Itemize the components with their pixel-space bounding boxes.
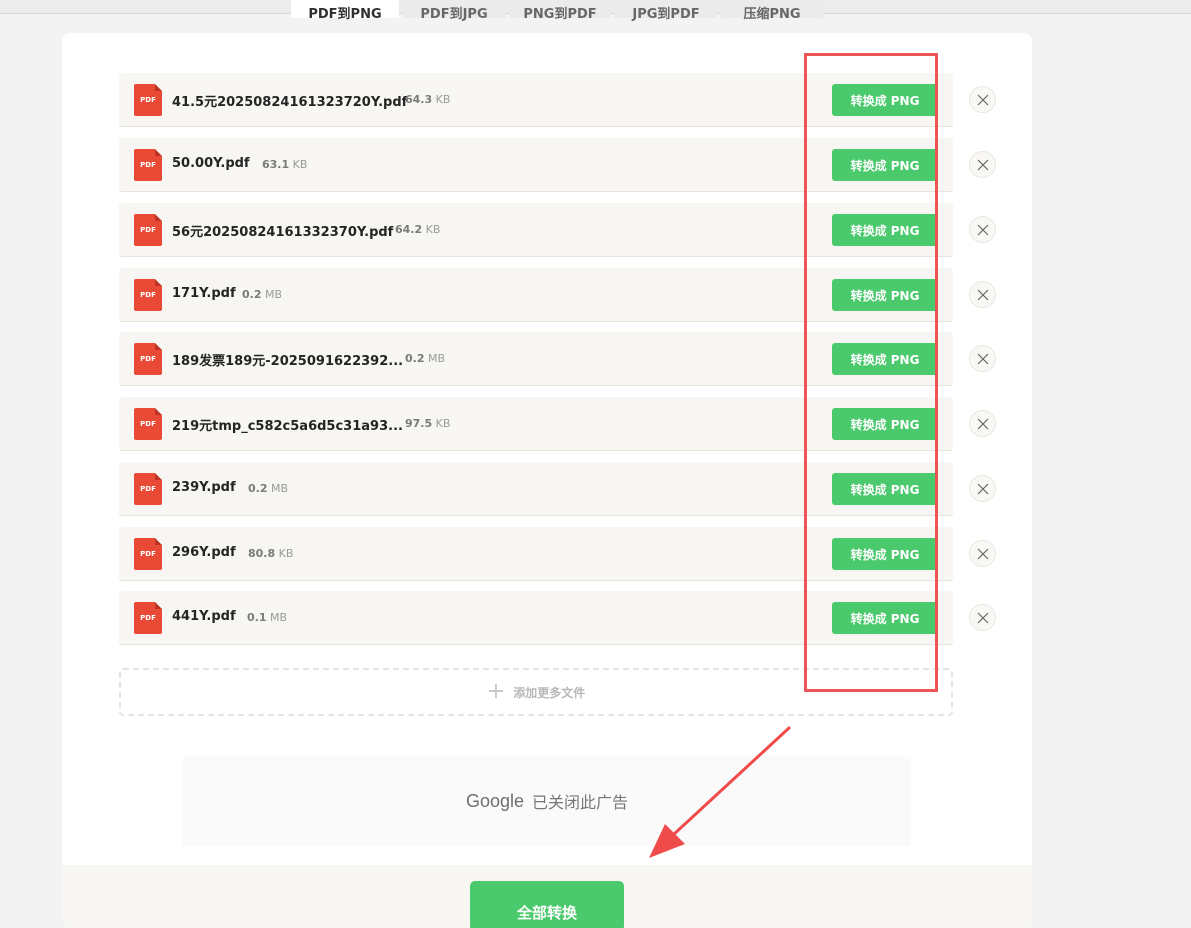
convert-to-png-button[interactable]: 转换成 PNG <box>832 602 938 634</box>
close-icon <box>977 612 988 623</box>
file-size: 80.8 KB <box>248 547 294 560</box>
pdf-file-icon: PDF <box>134 602 162 634</box>
close-icon <box>977 353 988 364</box>
pdf-file-icon: PDF <box>134 214 162 246</box>
file-size: 64.2 KB <box>395 223 441 236</box>
close-icon <box>977 94 988 105</box>
close-icon <box>977 289 988 300</box>
remove-file-button[interactable] <box>969 86 996 113</box>
close-icon <box>977 159 988 170</box>
pdf-file-icon: PDF <box>134 343 162 375</box>
converter-card: PDF 41.5元20250824161323720Y.pdf 64.3 KB … <box>62 33 1032 928</box>
tab-compress-png[interactable]: 压缩PNG <box>721 0 823 22</box>
pdf-file-icon: PDF <box>134 279 162 311</box>
pdf-file-icon: PDF <box>134 149 162 181</box>
ad-closed-message: 已关闭此广告 <box>532 793 629 812</box>
file-name: 441Y.pdf <box>172 609 236 624</box>
file-size: 63.1 KB <box>262 158 308 171</box>
remove-file-button[interactable] <box>969 216 996 243</box>
add-more-label: 添加更多文件 <box>513 685 586 700</box>
file-size: 64.3 KB <box>405 93 451 106</box>
file-name: 171Y.pdf <box>172 286 236 301</box>
tab-pdf-to-png[interactable]: PDF到PNG <box>291 0 399 22</box>
remove-file-button[interactable] <box>969 151 996 178</box>
remove-file-button[interactable] <box>969 410 996 437</box>
file-row: PDF 171Y.pdf 0.2 MB 转换成 PNG <box>119 268 953 322</box>
file-size: 0.2 MB <box>242 288 283 301</box>
remove-file-button[interactable] <box>969 281 996 308</box>
file-name: 56元20250824161332370Y.pdf <box>172 225 394 240</box>
file-row: PDF 41.5元20250824161323720Y.pdf 64.3 KB … <box>119 73 953 127</box>
close-icon <box>977 548 988 559</box>
file-size: 0.1 MB <box>247 611 288 624</box>
tool-tabs: PDF到PNG PDF到JPG PNG到PDF JPG到PDF 压缩PNG <box>291 0 823 33</box>
file-name: 189发票189元-2025091622392... <box>172 354 404 369</box>
close-icon <box>977 483 988 494</box>
file-row: PDF 219元tmp_c582c5a6d5c31a93... 97.5 KB … <box>119 397 953 451</box>
remove-file-button[interactable] <box>969 345 996 372</box>
ad-slot: Google 已关闭此广告 <box>183 756 911 846</box>
pdf-file-icon: PDF <box>134 84 162 116</box>
convert-all-button[interactable]: 全部转换 <box>470 881 624 928</box>
file-name: 50.00Y.pdf <box>172 156 250 171</box>
file-name: 219元tmp_c582c5a6d5c31a93... <box>172 419 403 434</box>
file-row: PDF 441Y.pdf 0.1 MB 转换成 PNG <box>119 591 953 645</box>
file-row: PDF 50.00Y.pdf 63.1 KB 转换成 PNG <box>119 138 953 192</box>
add-more-files-button[interactable]: + 添加更多文件 <box>119 668 953 716</box>
file-name: 239Y.pdf <box>172 480 236 495</box>
remove-file-button[interactable] <box>969 604 996 631</box>
pdf-file-icon: PDF <box>134 538 162 570</box>
file-size: 0.2 MB <box>248 482 289 495</box>
google-logo: Google <box>465 790 525 811</box>
pdf-file-icon: PDF <box>134 408 162 440</box>
close-icon <box>977 418 988 429</box>
convert-to-png-button[interactable]: 转换成 PNG <box>832 343 938 375</box>
file-size: 0.2 MB <box>405 352 446 365</box>
pdf-file-icon: PDF <box>134 473 162 505</box>
file-name: 296Y.pdf <box>172 545 236 560</box>
close-icon <box>977 224 988 235</box>
convert-to-png-button[interactable]: 转换成 PNG <box>832 473 938 505</box>
convert-to-png-button[interactable]: 转换成 PNG <box>832 214 938 246</box>
tab-png-to-pdf[interactable]: PNG到PDF <box>509 0 611 22</box>
file-row: PDF 189发票189元-2025091622392... 0.2 MB 转换… <box>119 332 953 386</box>
convert-to-png-button[interactable]: 转换成 PNG <box>832 538 938 570</box>
convert-to-png-button[interactable]: 转换成 PNG <box>832 279 938 311</box>
convert-to-png-button[interactable]: 转换成 PNG <box>832 149 938 181</box>
convert-to-png-button[interactable]: 转换成 PNG <box>832 84 938 116</box>
tab-jpg-to-pdf[interactable]: JPG到PDF <box>615 0 717 22</box>
remove-file-button[interactable] <box>969 540 996 567</box>
remove-file-button[interactable] <box>969 475 996 502</box>
tab-pdf-to-jpg[interactable]: PDF到JPG <box>403 0 505 22</box>
file-row: PDF 239Y.pdf 0.2 MB 转换成 PNG <box>119 462 953 516</box>
convert-to-png-button[interactable]: 转换成 PNG <box>832 408 938 440</box>
file-row: PDF 296Y.pdf 80.8 KB 转换成 PNG <box>119 527 953 581</box>
file-size: 97.5 KB <box>405 417 451 430</box>
file-row: PDF 56元20250824161332370Y.pdf 64.2 KB 转换… <box>119 203 953 257</box>
plus-icon: + <box>486 679 506 704</box>
file-name: 41.5元20250824161323720Y.pdf <box>172 95 408 110</box>
